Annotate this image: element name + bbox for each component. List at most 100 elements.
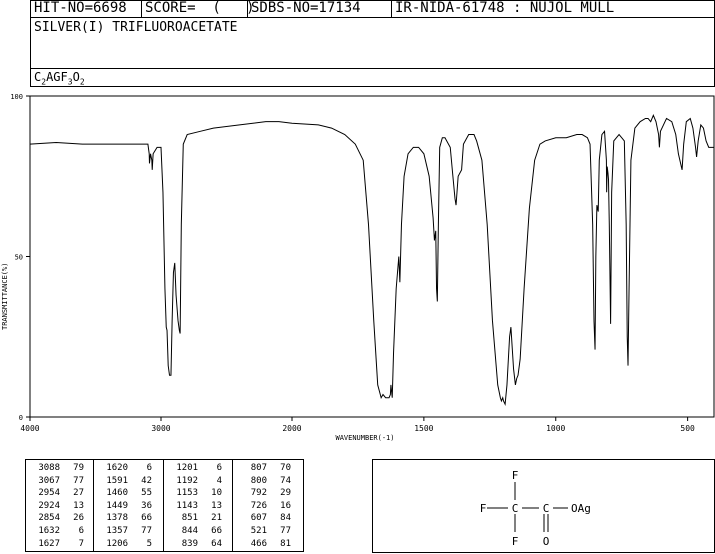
peak-wavenumber: 3088 — [38, 463, 60, 473]
peak-wavenumber: 1449 — [106, 500, 128, 511]
peak-row: 1620 6 — [100, 462, 152, 475]
peak-row: 466 81 — [239, 538, 291, 551]
peak-transmittance: 84 — [280, 513, 291, 524]
peak-row: 607 84 — [239, 512, 291, 525]
peak-row: 2924 13 — [32, 500, 84, 513]
atom-o-carbonyl: O — [543, 535, 550, 548]
peak-transmittance: 13 — [73, 500, 84, 511]
peak-wavenumber: 851 — [181, 513, 198, 524]
peak-transmittance: 6 — [78, 525, 84, 536]
x-tick-label: 3000 — [151, 424, 170, 433]
atom-c1: C — [512, 502, 519, 515]
peak-row: 844 66 — [170, 525, 222, 538]
y-axis-label: TRANSMITTANCE(%) — [1, 263, 9, 330]
peak-transmittance: 66 — [211, 525, 222, 536]
peak-row: 1143 13 — [170, 500, 222, 513]
y-tick-label: 0 — [19, 414, 23, 422]
peak-wavenumber: 1206 — [106, 538, 128, 549]
peak-row: 1632 6 — [32, 525, 84, 538]
peak-table: 3088 79 3067 77 2954 27 2924 13 2854 26 1632 6 1627 7… — [25, 459, 304, 552]
peak-wavenumber: 792 — [250, 488, 267, 499]
peak-wavenumber: 1591 — [106, 475, 128, 486]
peak-transmittance: 77 — [280, 525, 291, 536]
peak-row: 1357 77 — [100, 525, 152, 538]
peak-wavenumber: 726 — [250, 500, 267, 511]
peak-wavenumber: 1153 — [176, 488, 198, 499]
x-axis-label: WAVENUMBER(-1) — [335, 434, 394, 442]
peak-wavenumber: 1632 — [38, 525, 60, 536]
peak-table-divider — [163, 460, 164, 551]
x-tick-label: 1000 — [546, 424, 565, 433]
atom-oag: OAg — [571, 502, 591, 515]
peak-wavenumber: 844 — [181, 525, 198, 536]
peak-row: 839 64 — [170, 538, 222, 551]
peak-transmittance: 74 — [280, 475, 291, 486]
peak-transmittance: 4 — [216, 475, 222, 486]
peak-transmittance: 36 — [141, 500, 152, 511]
structure-box: F F F C C O OAg — [372, 459, 715, 553]
peak-row: 521 77 — [239, 525, 291, 538]
peak-wavenumber: 807 — [250, 463, 267, 473]
peak-wavenumber: 800 — [250, 475, 267, 486]
ir-spectrum-chart: TRANSMITTANCE(%) WAVENUMBER(-1) 4000 3000… — [1, 93, 715, 442]
peak-transmittance: 77 — [141, 525, 152, 536]
peak-wavenumber: 466 — [250, 538, 267, 549]
peak-transmittance: 26 — [73, 513, 84, 524]
peak-wavenumber: 2854 — [38, 513, 60, 524]
peak-wavenumber: 607 — [250, 513, 267, 524]
peak-transmittance: 6 — [146, 463, 152, 473]
peak-transmittance: 42 — [141, 475, 152, 486]
peak-row: 807 70 — [239, 462, 291, 475]
peak-row: 1192 4 — [170, 475, 222, 488]
peak-wavenumber: 1620 — [106, 463, 128, 473]
peak-row: 1460 55 — [100, 487, 152, 500]
spectrum-series-line — [29, 113, 714, 406]
peak-table-divider — [232, 460, 233, 551]
peak-transmittance: 7 — [78, 538, 84, 549]
peak-row: 1627 7 — [32, 538, 84, 551]
x-tick-label: 2000 — [282, 424, 301, 433]
peak-wavenumber: 1201 — [176, 463, 198, 473]
peak-column: 1201 6 1192 4 1153 10 1143 13 851 21 844 66 839 64 — [170, 462, 222, 550]
peak-row: 1378 66 — [100, 512, 152, 525]
structure-diagram: F F F C C O OAg — [480, 469, 591, 548]
peak-wavenumber: 2954 — [38, 488, 60, 499]
peak-wavenumber: 2924 — [38, 500, 60, 511]
peak-wavenumber: 1192 — [176, 475, 198, 486]
peak-transmittance: 66 — [141, 513, 152, 524]
peak-column: 3088 79 3067 77 2954 27 2924 13 2854 26 1632 6 1627 7 — [32, 462, 84, 550]
peak-row: 3067 77 — [32, 475, 84, 488]
peak-row: 1201 6 — [170, 462, 222, 475]
y-tick-label: 50 — [15, 254, 23, 262]
atom-f-top: F — [512, 469, 519, 482]
y-tick-label: 100 — [10, 93, 23, 101]
x-tick-label: 1500 — [414, 424, 433, 433]
peak-transmittance: 16 — [280, 500, 291, 511]
x-tick-group: 4000 3000 2000 1500 1000 500 — [20, 417, 695, 433]
peak-row: 3088 79 — [32, 462, 84, 475]
peak-wavenumber: 1357 — [106, 525, 128, 536]
peak-wavenumber: 1460 — [106, 488, 128, 499]
atom-f-left: F — [480, 502, 487, 515]
peak-transmittance: 13 — [211, 500, 222, 511]
peak-wavenumber: 839 — [181, 538, 198, 549]
peak-row: 726 16 — [239, 500, 291, 513]
peak-transmittance: 64 — [211, 538, 222, 549]
y-tick-group: 100 50 0 — [10, 93, 30, 422]
peak-wavenumber: 1378 — [106, 513, 128, 524]
atom-c2: C — [543, 502, 550, 515]
peak-transmittance: 55 — [141, 488, 152, 499]
peak-row: 1591 42 — [100, 475, 152, 488]
peak-transmittance: 29 — [280, 488, 291, 499]
peak-transmittance: 6 — [216, 463, 222, 473]
peak-transmittance: 10 — [211, 488, 222, 499]
peak-row: 1449 36 — [100, 500, 152, 513]
peak-transmittance: 21 — [211, 513, 222, 524]
peak-transmittance: 70 — [280, 463, 291, 473]
peak-transmittance: 27 — [73, 488, 84, 499]
x-tick-label: 500 — [680, 424, 695, 433]
peak-column: 807 70 800 74 792 29 726 16 607 84 521 77 466 81 — [239, 462, 291, 550]
atom-f-bottom: F — [512, 535, 519, 548]
peak-transmittance: 5 — [146, 538, 152, 549]
peak-row: 1153 10 — [170, 487, 222, 500]
